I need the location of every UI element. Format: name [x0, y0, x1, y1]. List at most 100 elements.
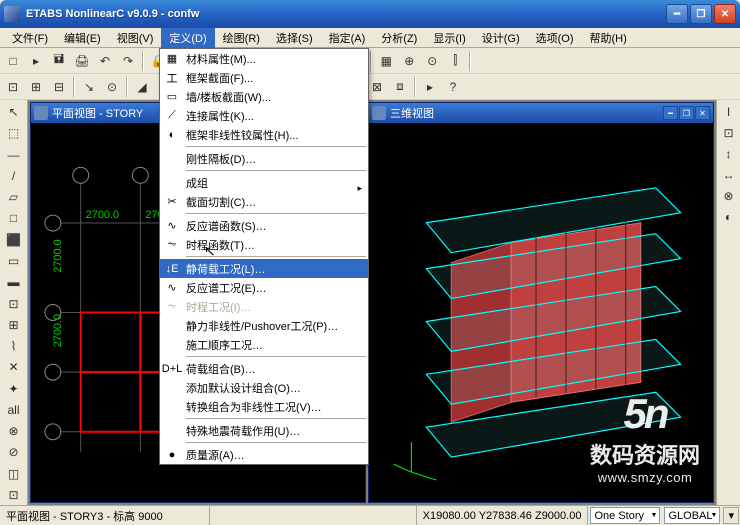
child-close[interactable]: ✕ [695, 106, 710, 120]
main-area: ↖⬚—/▱□⬛▭▬⊡⊞⌇✕✦all⊗⊘◫⊡ 平面视图 - STORY ━ ❐ ✕ [0, 100, 740, 505]
story-combo[interactable]: One Story [590, 507, 660, 524]
left-tool-button[interactable]: ✕ [2, 357, 26, 377]
menu-item[interactable]: ◐框架非线性铰属性(H)... [160, 125, 368, 144]
toolbar-button[interactable]: ⊡ [2, 76, 24, 98]
left-tool-button[interactable]: ⊘ [2, 442, 26, 462]
menu-item-icon [164, 337, 180, 353]
toolbar-button[interactable]: ⊟ [48, 76, 70, 98]
menu-item[interactable]: ∿反应谱工况(E)… [160, 278, 368, 297]
menu-item[interactable]: 定义(D) [161, 28, 214, 48]
menu-item-icon [164, 318, 180, 334]
menu-item[interactable]: 刚性隔板(D)… [160, 149, 368, 168]
toolbar-button[interactable]: ⊙ [421, 50, 443, 72]
toolbar-button[interactable]: ⊕ [398, 50, 420, 72]
menu-item[interactable]: 静力非线性/Pushover工况(P)… [160, 316, 368, 335]
child-min[interactable]: ━ [663, 106, 678, 120]
menu-item[interactable]: 分析(Z) [373, 28, 425, 48]
menu-item[interactable]: ⟋连接属性(K)... [160, 106, 368, 125]
child-max[interactable]: ❐ [679, 106, 694, 120]
menu-item[interactable]: 显示(I) [425, 28, 473, 48]
toolbar-button[interactable]: 🖨 [71, 50, 93, 72]
toolbar-button[interactable]: ◢ [131, 76, 153, 98]
menu-item[interactable]: ⏦时程函数(T)… [160, 235, 368, 254]
menu-item[interactable]: ●质量源(A)… [160, 445, 368, 464]
left-tool-button[interactable]: all [2, 400, 26, 420]
right-tool-button[interactable]: ↔ [719, 165, 739, 185]
menu-item-label: 材料属性(M)... [186, 51, 256, 67]
right-tool-button[interactable]: ⊡ [719, 123, 739, 143]
menu-item[interactable]: 文件(F) [4, 28, 56, 48]
right-tool-button[interactable]: I [719, 102, 739, 122]
left-tool-button[interactable]: ⊡ [2, 485, 26, 505]
left-tool-button[interactable]: ▱ [2, 187, 26, 207]
right-tool-button[interactable]: ◐ [719, 207, 739, 227]
units-combo[interactable]: GLOBAL [664, 507, 720, 524]
menu-item[interactable]: 施工顺序工况… [160, 335, 368, 354]
left-tool-button[interactable]: ⬛ [2, 230, 26, 250]
3d-view-canvas[interactable] [369, 123, 713, 502]
toolbar-button[interactable]: ⧈ [389, 76, 411, 98]
window-titlebar: ETABS NonlinearC v9.0.9 - confw ━ ❐ ✕ [0, 0, 740, 28]
menu-item[interactable]: 工框架截面(F)... [160, 68, 368, 87]
menu-item[interactable]: 转换组合为非线性工况(V)… [160, 397, 368, 416]
menu-item[interactable]: 选项(O) [528, 28, 582, 48]
menu-item[interactable]: ▭墙/楼板截面(W)... [160, 87, 368, 106]
menu-separator [186, 256, 366, 257]
left-tool-button[interactable]: ▭ [2, 251, 26, 271]
right-tool-button[interactable]: ↕ [719, 144, 739, 164]
toolbar-separator [73, 77, 75, 97]
toolbar-button[interactable]: □ [2, 50, 24, 72]
left-tool-button[interactable]: ▬ [2, 272, 26, 292]
left-tool-button[interactable]: ✦ [2, 378, 26, 398]
left-tool-button[interactable]: ⊞ [2, 315, 26, 335]
menu-item[interactable]: 帮助(H) [582, 28, 635, 48]
menu-item[interactable]: 视图(V) [109, 28, 162, 48]
toolbar-button[interactable]: ⊞ [25, 76, 47, 98]
toolbar-button[interactable]: 🖬 [48, 50, 70, 72]
menu-item[interactable]: D+L荷载组合(B)… [160, 359, 368, 378]
toolbar-button[interactable]: ↷ [117, 50, 139, 72]
menu-item[interactable]: 成组 [160, 173, 368, 192]
left-tool-button[interactable]: ⬚ [2, 123, 26, 143]
maximize-button[interactable]: ❐ [690, 4, 712, 24]
toolbar-button[interactable]: ↶ [94, 50, 116, 72]
left-tool-button[interactable]: □ [2, 208, 26, 228]
close-button[interactable]: ✕ [714, 4, 736, 24]
menu-item[interactable]: 编辑(E) [56, 28, 109, 48]
toolbar-button[interactable]: ▦ [375, 50, 397, 72]
toolbar-button[interactable]: ⊠ [366, 76, 388, 98]
menu-item[interactable]: 选择(S) [268, 28, 321, 48]
mdi-client: 平面视图 - STORY ━ ❐ ✕ [28, 100, 716, 505]
menu-item[interactable]: ↓E静荷载工况(L)… [160, 259, 368, 278]
menu-item[interactable]: ✂截面切割(C)… [160, 192, 368, 211]
menu-item[interactable]: 指定(A) [321, 28, 374, 48]
menu-item-icon: ∿ [164, 280, 180, 296]
toolbar-button[interactable]: ▸ [25, 50, 47, 72]
right-tool-button[interactable]: ⊗ [719, 186, 739, 206]
left-tool-button[interactable]: / [2, 166, 26, 186]
menu-item[interactable]: ∿反应谱函数(S)… [160, 216, 368, 235]
menu-item-label: 连接属性(K)... [186, 108, 254, 124]
menu-item-label: 框架截面(F)... [186, 70, 253, 86]
menu-item-label: 刚性隔板(D)… [186, 151, 256, 167]
left-tool-button[interactable]: ◫ [2, 464, 26, 484]
left-tool-button[interactable]: — [2, 145, 26, 165]
minimize-button[interactable]: ━ [666, 4, 688, 24]
left-tool-button[interactable]: ⊗ [2, 421, 26, 441]
left-tool-button[interactable]: ⌇ [2, 336, 26, 356]
menu-item[interactable]: 添加默认设计组合(O)… [160, 378, 368, 397]
menu-item[interactable]: 设计(G) [474, 28, 528, 48]
toolbar-button[interactable]: ⊙ [101, 76, 123, 98]
toolbar-button[interactable]: ? [442, 76, 464, 98]
status-dropdown-button[interactable]: ▾ [723, 507, 739, 524]
toolbar-button[interactable]: ⫿ [444, 50, 466, 72]
menu-item[interactable]: 特殊地震荷载作用(U)… [160, 421, 368, 440]
child-titlebar-3d[interactable]: 三维视图 ━ ❐ ✕ [369, 103, 713, 123]
menu-item[interactable]: 绘图(R) [215, 28, 268, 48]
menu-item[interactable]: ▦材料属性(M)... [160, 49, 368, 68]
left-tool-button[interactable]: ⊡ [2, 293, 26, 313]
menu-item-icon: ● [164, 447, 180, 463]
left-tool-button[interactable]: ↖ [2, 102, 26, 122]
toolbar-button[interactable]: ↘ [78, 76, 100, 98]
toolbar-button[interactable]: ▸ [419, 76, 441, 98]
